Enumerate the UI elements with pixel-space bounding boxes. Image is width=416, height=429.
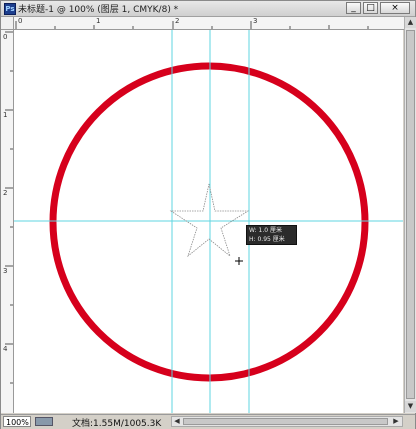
scroll-right-arrow-icon[interactable]: ▶ (391, 417, 401, 426)
canvas-artwork (14, 30, 403, 413)
height-value: 0.95 (257, 236, 271, 243)
close-button[interactable]: × (380, 2, 410, 14)
ruler-top-label: 0 (18, 17, 23, 25)
minimize-button[interactable]: _ (346, 2, 361, 14)
width-value: 1.0 (258, 227, 269, 234)
window-title: 未标题-1 @ 100% (图层 1, CMYK/8) * (18, 5, 179, 15)
vertical-ruler-ticks (5, 31, 13, 384)
ruler-left-label: 1 (3, 111, 8, 119)
zoom-level-field[interactable]: 100% (3, 416, 31, 427)
crosshair-cursor (235, 257, 243, 265)
vertical-ruler[interactable]: 0 1 2 3 4 (1, 30, 14, 413)
maximize-button[interactable]: □ (363, 2, 378, 14)
title-bar[interactable]: Ps 未标题-1 @ 100% (图层 1, CMYK/8) * _ □ × (1, 1, 415, 17)
close-icon: × (391, 3, 399, 13)
app-icon-label: Ps (5, 5, 15, 13)
ruler-left-label: 3 (3, 267, 8, 275)
height-unit: 厘米 (272, 236, 285, 243)
horizontal-ruler[interactable]: 0 1 2 3 (14, 17, 404, 30)
height-label: H: (249, 236, 256, 243)
ruler-top-label: 1 (96, 17, 101, 25)
ruler-top-label: 3 (253, 17, 258, 25)
dimension-tooltip: W: 1.0 厘米 H: 0.95 厘米 (246, 225, 297, 245)
scroll-down-arrow-icon[interactable]: ▼ (405, 401, 416, 412)
width-unit: 厘米 (270, 227, 283, 234)
photoshop-app-icon: Ps (4, 3, 16, 15)
document-size-info[interactable]: 文档:1.55M/1005.3K (72, 416, 161, 429)
horizontal-scrollbar[interactable]: ◀ ▶ (171, 416, 403, 427)
ruler-origin[interactable] (1, 17, 14, 30)
scroll-left-arrow-icon[interactable]: ◀ (172, 417, 182, 426)
red-circle-shape[interactable] (49, 62, 369, 382)
ruler-left-label: 0 (3, 33, 8, 41)
maximize-icon: □ (366, 3, 375, 13)
width-label: W: (249, 227, 257, 234)
ruler-top-label: 2 (175, 17, 180, 25)
document-window: Ps 未标题-1 @ 100% (图层 1, CMYK/8) * _ □ × 0… (0, 0, 416, 429)
ruler-left-label: 4 (3, 345, 8, 353)
status-bar: 100% 文档:1.55M/1005.3K ◀ ▶ (1, 414, 415, 429)
minimize-icon: _ (351, 3, 356, 13)
vertical-scroll-thumb[interactable] (406, 30, 415, 399)
horizontal-ruler-ticks (15, 21, 369, 29)
document-canvas[interactable] (14, 30, 403, 413)
width-readout: W: 1.0 厘米 (249, 226, 294, 235)
height-readout: H: 0.95 厘米 (249, 235, 294, 244)
vertical-scrollbar[interactable]: ▲ ▼ (404, 17, 416, 413)
ruler-left-label: 2 (3, 189, 8, 197)
scroll-up-arrow-icon[interactable]: ▲ (405, 17, 416, 28)
horizontal-scroll-thumb[interactable] (183, 418, 388, 425)
status-preview-icon[interactable] (35, 417, 53, 426)
